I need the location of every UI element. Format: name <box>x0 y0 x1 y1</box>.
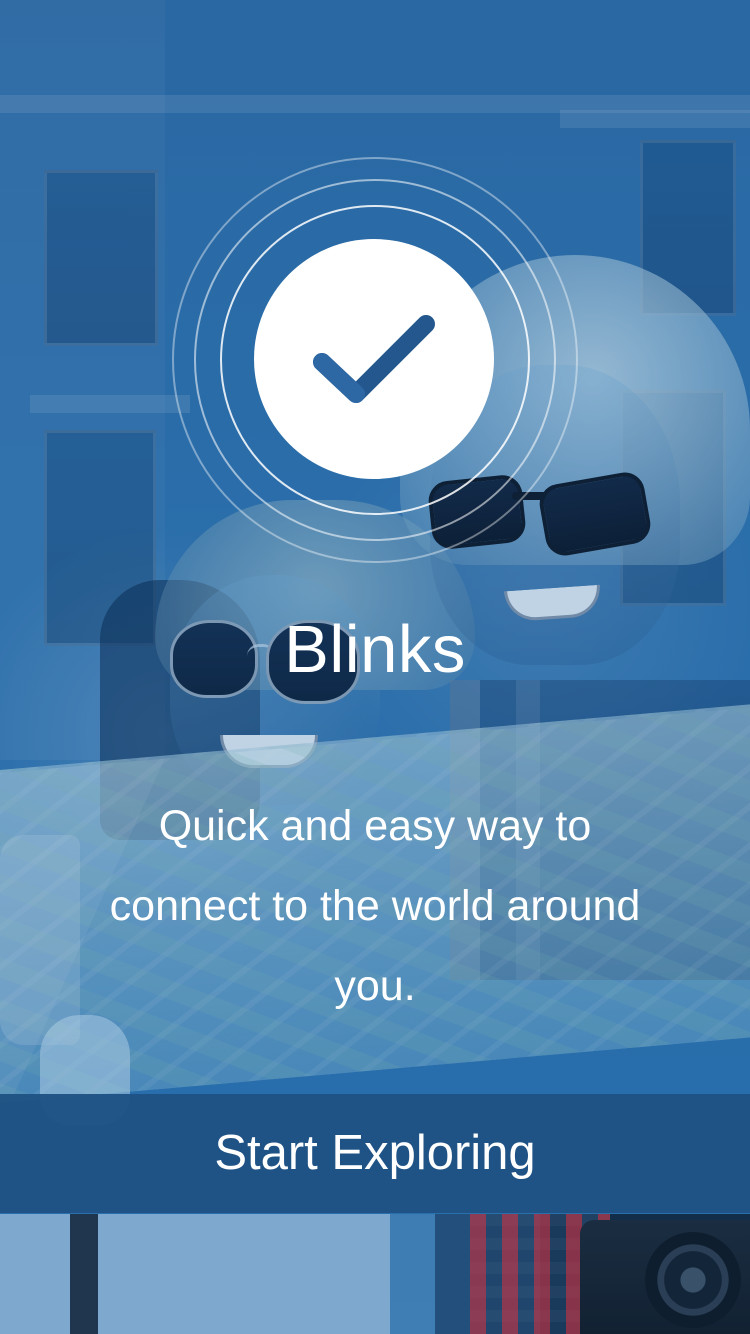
success-badge <box>172 157 578 563</box>
app-title: Blinks <box>284 612 466 687</box>
check-circle <box>254 239 494 479</box>
start-exploring-button[interactable]: Start Exploring <box>0 1094 750 1213</box>
start-exploring-label: Start Exploring <box>214 1126 536 1180</box>
welcome-screen: Blinks Quick and easy way to connect to … <box>0 0 750 1334</box>
app-tagline: Quick and easy way to connect to the wor… <box>109 802 641 1010</box>
check-icon <box>313 315 435 403</box>
